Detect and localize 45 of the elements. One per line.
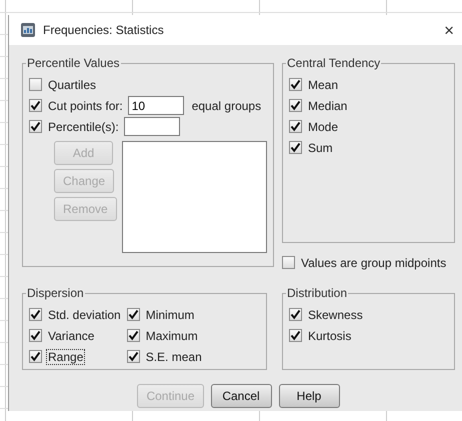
checkbox-label[interactable]: Mean [306, 76, 340, 92]
app-icon [20, 22, 36, 38]
dialog-button[interactable]: Help [278, 384, 340, 408]
checkbox-label[interactable]: Sum [306, 140, 335, 156]
checkbox[interactable] [289, 308, 302, 321]
checkbox[interactable] [29, 308, 42, 321]
field-suffix: equal groups [192, 98, 262, 112]
checkbox[interactable] [29, 329, 42, 342]
window-title: Frequencies: Statistics [43, 23, 165, 37]
checkbox[interactable] [29, 99, 42, 112]
group-title: Central Tendency [286, 56, 382, 70]
percentile-list[interactable] [122, 141, 267, 253]
checkbox-label[interactable]: S.E. mean [144, 348, 204, 364]
checkbox-label[interactable]: Mode [306, 118, 340, 134]
checkbox[interactable] [29, 350, 42, 363]
checkbox[interactable] [289, 329, 302, 342]
group-title: Distribution [286, 286, 348, 300]
checkbox-label[interactable]: Quartiles [46, 76, 98, 92]
checkbox[interactable] [29, 120, 42, 133]
group-title: Percentile Values [26, 56, 120, 70]
checkbox[interactable] [289, 141, 302, 154]
checkbox[interactable] [289, 120, 302, 133]
checkbox-label[interactable]: Values are group midpoints [299, 254, 448, 270]
checkbox-label[interactable]: Range [46, 348, 86, 364]
checkbox[interactable] [126, 350, 140, 363]
checkbox[interactable] [289, 78, 302, 91]
checkbox-label[interactable]: Median [306, 98, 350, 114]
checkbox[interactable] [126, 308, 140, 321]
checkbox[interactable] [29, 78, 42, 91]
dialog-button[interactable]: Cancel [210, 384, 272, 408]
checkbox-label[interactable]: Maximum [144, 328, 200, 344]
checkbox-label[interactable]: Kurtosis [306, 328, 354, 344]
checkbox-label[interactable]: Skewness [306, 306, 365, 322]
checkbox-label[interactable]: Variance [46, 328, 96, 344]
checkbox-label[interactable]: Percentile(s): [46, 118, 121, 134]
input-field[interactable] [124, 117, 180, 136]
group-title: Dispersion [26, 286, 85, 300]
checkbox[interactable] [289, 99, 302, 112]
checkbox[interactable] [282, 256, 295, 269]
checkbox-label[interactable]: Std. deviation [46, 306, 123, 322]
input-field[interactable]: 10 [128, 96, 184, 115]
checkbox-label[interactable]: Cut points for: [46, 98, 125, 114]
checkbox-label[interactable]: Minimum [144, 306, 196, 322]
checkbox[interactable] [126, 329, 140, 342]
close-button[interactable]: × [444, 22, 454, 38]
